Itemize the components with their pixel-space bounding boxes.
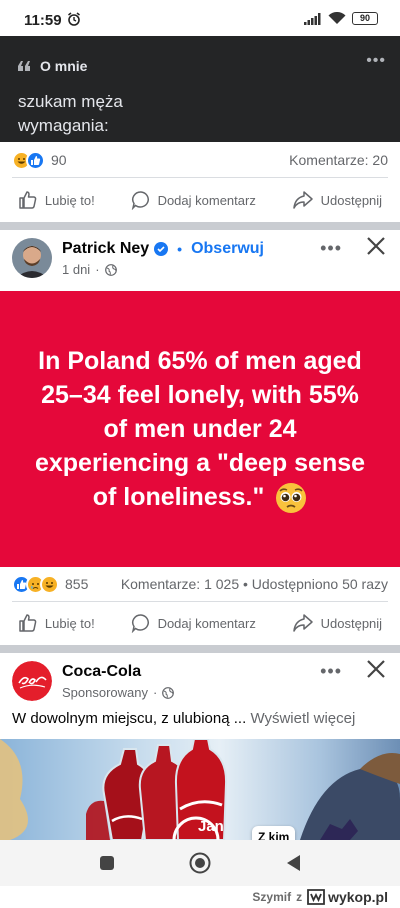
close-icon[interactable] bbox=[366, 659, 386, 679]
wifi-icon bbox=[328, 12, 346, 24]
wykop-logo-icon bbox=[307, 889, 325, 905]
about-text-line: szukam męża bbox=[18, 92, 123, 111]
profile-about-card[interactable]: O mnie ••• szukam męża wymagania: bbox=[0, 36, 400, 142]
post-time[interactable]: 1 dni bbox=[62, 262, 90, 277]
reaction-icons bbox=[12, 574, 59, 594]
separator-dot: · bbox=[153, 685, 158, 700]
like-button[interactable]: Lubię to! bbox=[18, 613, 95, 633]
alarm-icon bbox=[68, 12, 80, 26]
post2-reactions[interactable]: 855 Komentarze: 1 025 • Udostępniono 50 … bbox=[0, 567, 400, 601]
haha-reaction-icon bbox=[40, 574, 59, 594]
more-options-icon[interactable]: ••• bbox=[320, 238, 342, 259]
post-meta: Sponsorowany · bbox=[62, 685, 175, 700]
reaction-icons bbox=[12, 150, 45, 170]
comment-button[interactable]: Dodaj komentarz bbox=[131, 190, 256, 210]
signal-icon bbox=[304, 12, 321, 25]
post-image-quote[interactable]: In Poland 65% of men aged 25–34 feel lon… bbox=[0, 291, 400, 567]
author-name[interactable]: Coca-Cola bbox=[62, 663, 141, 681]
post2-action-bar: Lubię to! Dodaj komentarz Udostępnij bbox=[0, 601, 400, 645]
share-button[interactable]: Udostępnij bbox=[292, 613, 382, 633]
globe-icon bbox=[104, 263, 117, 276]
like-button[interactable]: Lubię to! bbox=[18, 190, 95, 210]
post-meta: 1 dni · bbox=[62, 262, 117, 277]
circle-icon bbox=[189, 852, 211, 874]
about-text: szukam męża wymagania: bbox=[18, 90, 123, 138]
reaction-count: 90 bbox=[51, 152, 67, 168]
share-arrow-icon bbox=[292, 614, 313, 632]
watermark-user: Szymif bbox=[252, 890, 292, 904]
verified-badge-icon bbox=[154, 242, 169, 256]
follow-button[interactable]: Obserwuj bbox=[191, 240, 264, 258]
post2-header: Patrick Ney • Obserwuj 1 dni · ••• bbox=[0, 236, 400, 290]
avatar[interactable] bbox=[12, 661, 52, 701]
more-options-icon[interactable]: ••• bbox=[366, 52, 386, 70]
share-button[interactable]: Udostępnij bbox=[292, 190, 382, 210]
quote-icon bbox=[18, 61, 30, 71]
like-label: Lubię to! bbox=[44, 192, 95, 208]
like-label: Lubię to! bbox=[44, 615, 95, 631]
ad-caption-text: W dowolnym miejscu, z ulubioną ... bbox=[12, 710, 247, 727]
post-author: Coca-Cola bbox=[62, 663, 141, 681]
share-arrow-icon bbox=[292, 191, 313, 209]
like-reaction-icon bbox=[26, 150, 45, 170]
separator-dot: • bbox=[177, 241, 183, 257]
post-separator bbox=[0, 645, 400, 653]
bottle-label-text: Jan bbox=[198, 818, 224, 835]
watermark: Szymif z wykop.pl bbox=[0, 886, 400, 908]
quote-text-body: In Poland 65% of men aged 25–34 feel lon… bbox=[34, 346, 366, 511]
close-icon[interactable] bbox=[366, 236, 386, 256]
status-icons: 90 bbox=[304, 12, 378, 25]
post3-header: Coca-Cola Sponsorowany · ••• bbox=[0, 659, 400, 713]
home-button[interactable] bbox=[180, 843, 220, 883]
battery-icon: 90 bbox=[352, 12, 378, 25]
comment-button[interactable]: Dodaj komentarz bbox=[131, 613, 256, 633]
post1-action-bar: Lubię to! Dodaj komentarz Udostępnij bbox=[0, 178, 400, 222]
status-time: 11:59 bbox=[24, 12, 62, 29]
back-button[interactable] bbox=[273, 843, 313, 883]
thumbs-up-icon bbox=[19, 614, 37, 632]
about-text-line: wymagania: bbox=[18, 116, 109, 135]
post-separator bbox=[0, 222, 400, 230]
status-bar: 11:59 90 bbox=[0, 0, 400, 34]
recents-button[interactable] bbox=[87, 843, 127, 883]
ad-image[interactable]: Jan bbox=[0, 739, 400, 840]
pleading-face-icon bbox=[276, 483, 307, 514]
sponsored-label[interactable]: Sponsorowany bbox=[62, 685, 148, 700]
comment-bubble-icon bbox=[131, 614, 149, 633]
reaction-count: 855 bbox=[65, 576, 89, 592]
globe-icon bbox=[162, 686, 175, 699]
quote-text: In Poland 65% of men aged 25–34 feel lon… bbox=[30, 344, 370, 514]
see-more-link[interactable]: Wyświetl więcej bbox=[250, 710, 355, 727]
comment-label: Dodaj komentarz bbox=[157, 615, 256, 631]
more-options-icon[interactable]: ••• bbox=[320, 661, 342, 682]
system-navigation-bar bbox=[0, 840, 400, 886]
comment-bubble-icon bbox=[131, 191, 149, 210]
share-label: Udostępnij bbox=[320, 192, 383, 208]
wykop-site: wykop.pl bbox=[328, 889, 388, 905]
about-heading-label: O mnie bbox=[40, 58, 88, 74]
watermark-connector: z bbox=[296, 890, 303, 904]
separator-dot: · bbox=[95, 262, 100, 277]
ad-caption: W dowolnym miejscu, z ulubioną ... Wyświ… bbox=[12, 710, 355, 727]
thumbs-up-icon bbox=[19, 191, 37, 209]
square-icon bbox=[99, 856, 114, 870]
post-author: Patrick Ney • Obserwuj bbox=[62, 240, 264, 258]
author-name[interactable]: Patrick Ney bbox=[62, 240, 149, 258]
avatar[interactable] bbox=[12, 238, 52, 278]
coca-cola-bottles-image: Jan bbox=[0, 739, 400, 840]
comment-count[interactable]: Komentarze: 20 bbox=[289, 152, 388, 168]
back-triangle-icon bbox=[287, 855, 301, 871]
post1-reactions[interactable]: 90 Komentarze: 20 bbox=[0, 143, 400, 177]
share-label: Udostępnij bbox=[320, 615, 383, 631]
about-heading: O mnie bbox=[18, 58, 87, 74]
comment-share-stats[interactable]: Komentarze: 1 025 • Udostępniono 50 razy bbox=[121, 576, 388, 592]
wykop-logo: wykop.pl bbox=[307, 889, 388, 905]
comment-label: Dodaj komentarz bbox=[157, 192, 256, 208]
